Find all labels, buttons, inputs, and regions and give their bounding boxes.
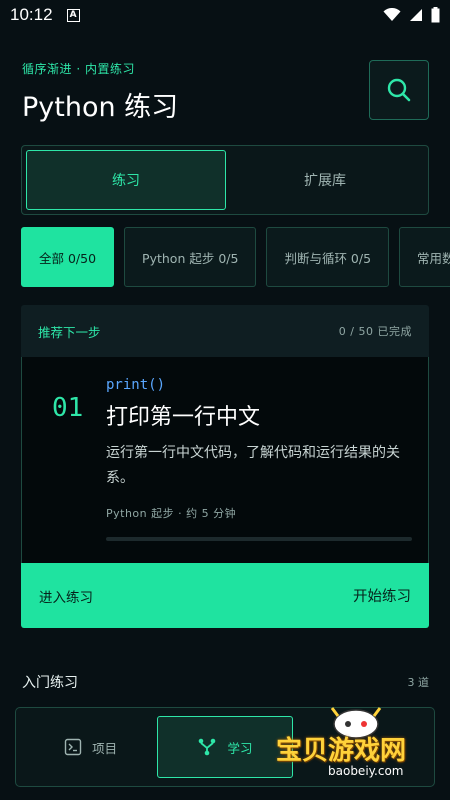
- wifi-icon: [383, 8, 401, 21]
- exercise-progress-bar: [106, 537, 412, 541]
- search-icon: [387, 78, 411, 102]
- nav-projects[interactable]: 项目: [24, 716, 157, 778]
- page-header: 循序渐进 · 内置练习 Python 练习: [22, 60, 178, 124]
- exercise-title: 打印第一行中文: [106, 405, 261, 430]
- mode-tabs: 练习 扩展库: [21, 145, 429, 215]
- chip-all[interactable]: 全部 0/50: [21, 227, 115, 287]
- status-bar: 10:12 A: [0, 0, 450, 30]
- exercise-meta: Python 起步 · 约 5 分钟: [106, 507, 237, 520]
- notification-a-icon: A: [66, 8, 80, 22]
- page-title: Python 练习: [22, 92, 179, 123]
- section-count: 3 道: [407, 676, 430, 689]
- tab-extensions[interactable]: 扩展库: [226, 150, 424, 210]
- nav-learn[interactable]: 学习: [157, 716, 293, 778]
- exercise-number: 01: [52, 393, 84, 423]
- start-exercise-button[interactable]: 进入练习 开始练习: [21, 563, 429, 628]
- section-header: 入门练习 3 道: [22, 672, 429, 692]
- search-button[interactable]: [369, 60, 429, 120]
- terminal-icon: [64, 738, 82, 756]
- recommend-title: 推荐下一步: [38, 324, 101, 340]
- exercise-description: 运行第一行中文代码，了解代码和运行结果的关系。: [106, 445, 400, 486]
- branch-icon: [199, 738, 216, 756]
- enter-exercise-label: 进入练习: [39, 589, 93, 606]
- battery-icon: [431, 7, 440, 23]
- exercise-card[interactable]: 01 print() 打印第一行中文 运行第一行中文代码，了解代码和运行结果的关…: [21, 357, 429, 563]
- page-subtitle: 循序渐进 · 内置练习: [22, 62, 135, 76]
- recommend-progress: 0 / 50 已完成: [338, 325, 412, 338]
- chip-python-basics[interactable]: Python 起步 0/5: [124, 227, 257, 287]
- exercise-code: print(): [106, 377, 166, 393]
- chip-common[interactable]: 常用数: [399, 227, 450, 287]
- watermark-url: baobeiy.com: [328, 764, 404, 778]
- nav-projects-label: 项目: [92, 740, 118, 756]
- chip-conditions-loops[interactable]: 判断与循环 0/5: [266, 227, 390, 287]
- start-exercise-label: 开始练习: [353, 589, 411, 605]
- nav-learn-label: 学习: [227, 740, 253, 756]
- recommend-header: 推荐下一步 0 / 50 已完成: [21, 305, 429, 357]
- tab-practice[interactable]: 练习: [26, 150, 226, 210]
- watermark-text: 宝贝游戏网: [276, 736, 407, 766]
- status-time: 10:12: [10, 5, 53, 24]
- signal-icon: [410, 9, 422, 21]
- filter-chips: 全部 0/50 Python 起步 0/5 判断与循环 0/5 常用数: [21, 227, 450, 287]
- watermark: 宝贝游戏网 baobeiy.com: [276, 700, 450, 800]
- section-title: 入门练习: [22, 675, 78, 691]
